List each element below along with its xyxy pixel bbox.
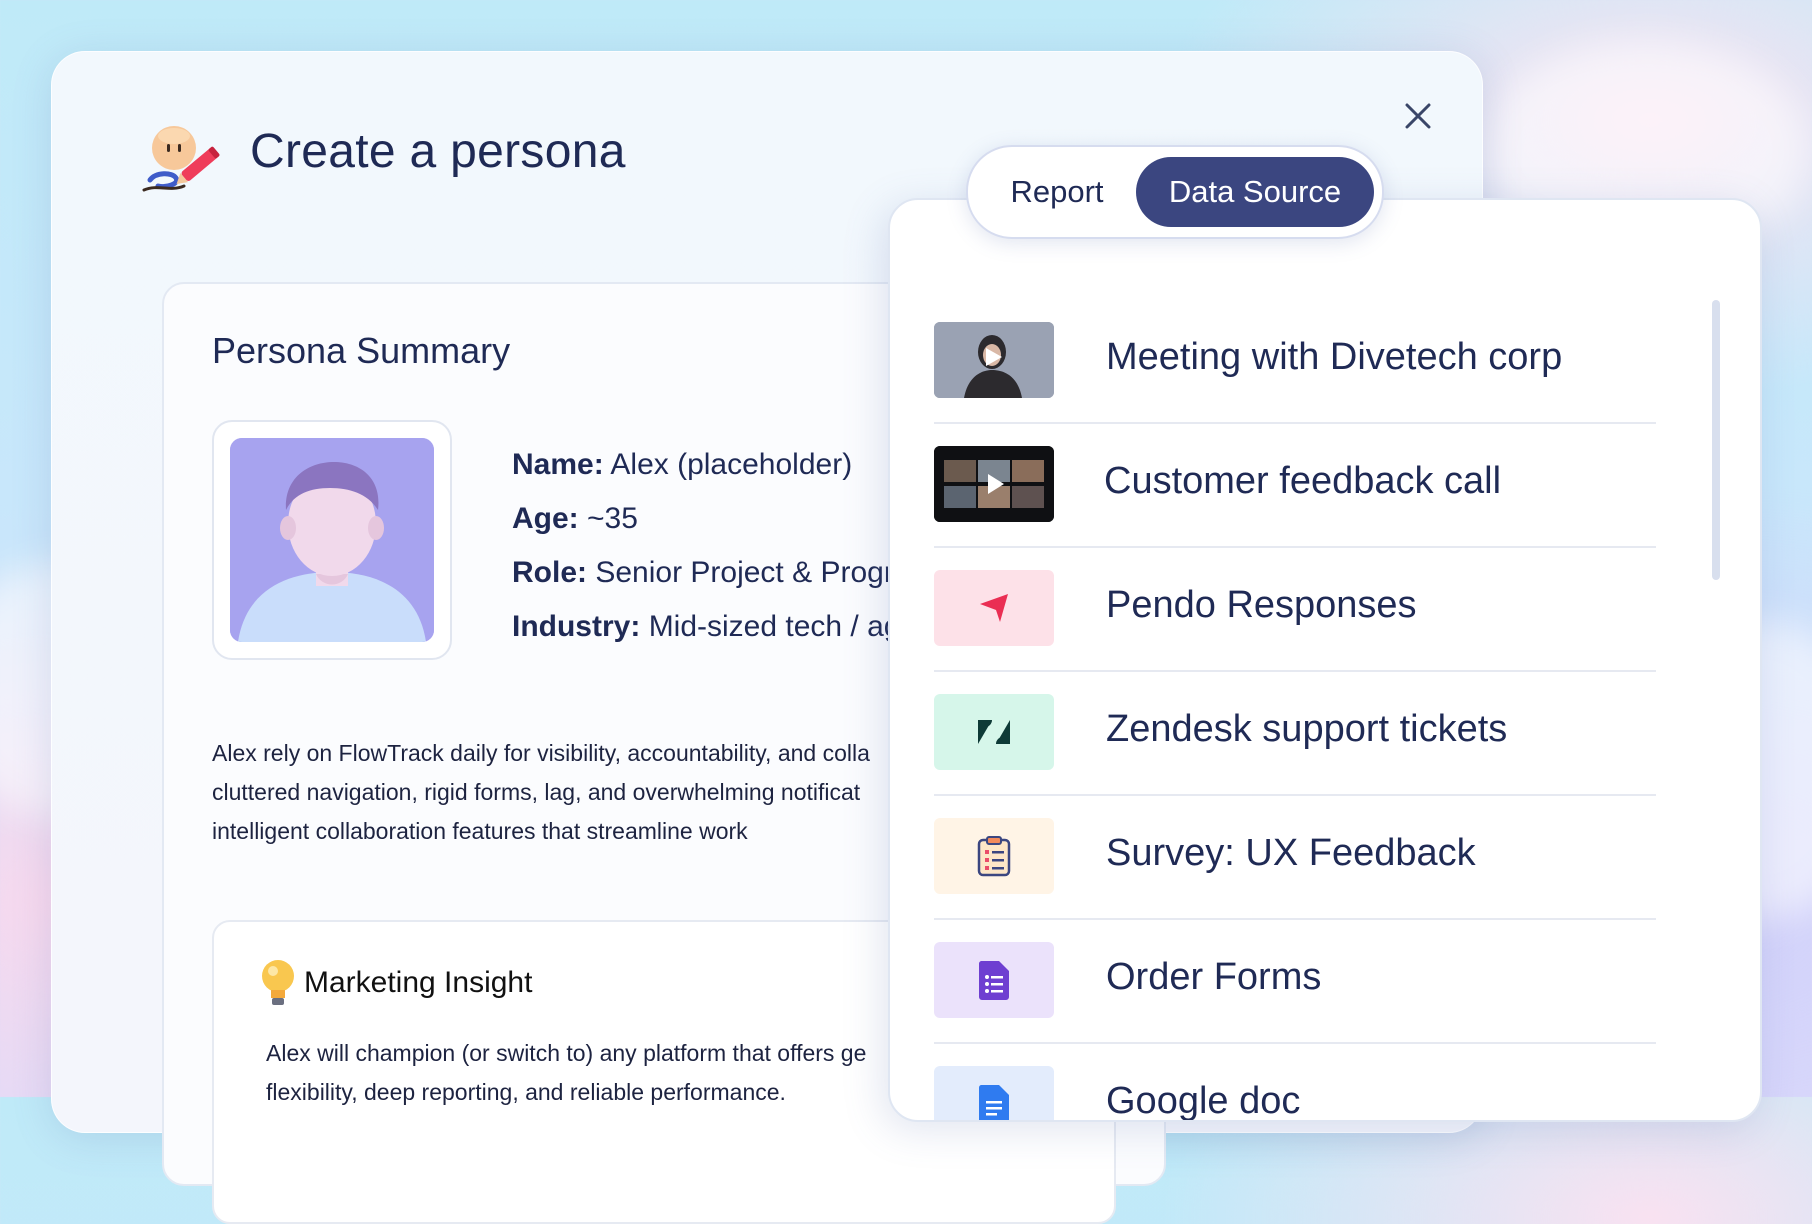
data-source-item[interactable]: Google doc [934, 1044, 1656, 1120]
data-source-item[interactable]: Customer feedback call [934, 424, 1656, 548]
lightbulb-icon [262, 960, 294, 1005]
close-button[interactable] [1392, 90, 1444, 142]
close-icon [1405, 103, 1431, 129]
clipboard-icon [934, 818, 1054, 894]
report-datasource-toggle: Report Data Source [966, 145, 1384, 239]
data-source-item[interactable]: Pendo Responses [934, 548, 1656, 672]
avatar-frame [212, 420, 452, 660]
data-source-item[interactable]: Meeting with Divetech corp [934, 300, 1656, 424]
persona-edit-icon [142, 126, 220, 192]
marketing-insight-text: Alex will champion (or switch to) any pl… [266, 1040, 867, 1105]
modal-title: Create a persona [250, 125, 626, 178]
video-thumbnail-icon [934, 322, 1054, 398]
data-source-item[interactable]: Survey: UX Feedback [934, 796, 1656, 920]
tab-data-source[interactable]: Data Source [1136, 157, 1374, 227]
forms-icon [934, 942, 1054, 1018]
marketing-insight-title: Marketing Insight [304, 966, 533, 999]
google-doc-icon [934, 1066, 1054, 1120]
zendesk-icon [934, 694, 1054, 770]
data-source-list: Meeting with Divetech corp Customer feed… [934, 300, 1656, 1120]
scrollbar[interactable] [1712, 300, 1720, 580]
data-source-item[interactable]: Order Forms [934, 920, 1656, 1044]
tab-report[interactable]: Report [982, 159, 1132, 225]
data-source-panel: Meeting with Divetech corp Customer feed… [888, 198, 1762, 1122]
avatar [230, 438, 434, 642]
pendo-icon [934, 570, 1054, 646]
data-source-item[interactable]: Zendesk support tickets [934, 672, 1656, 796]
avatar-placeholder-icon [230, 438, 434, 642]
persona-summary-title: Persona Summary [212, 330, 511, 371]
video-call-thumbnail-icon [934, 446, 1054, 522]
